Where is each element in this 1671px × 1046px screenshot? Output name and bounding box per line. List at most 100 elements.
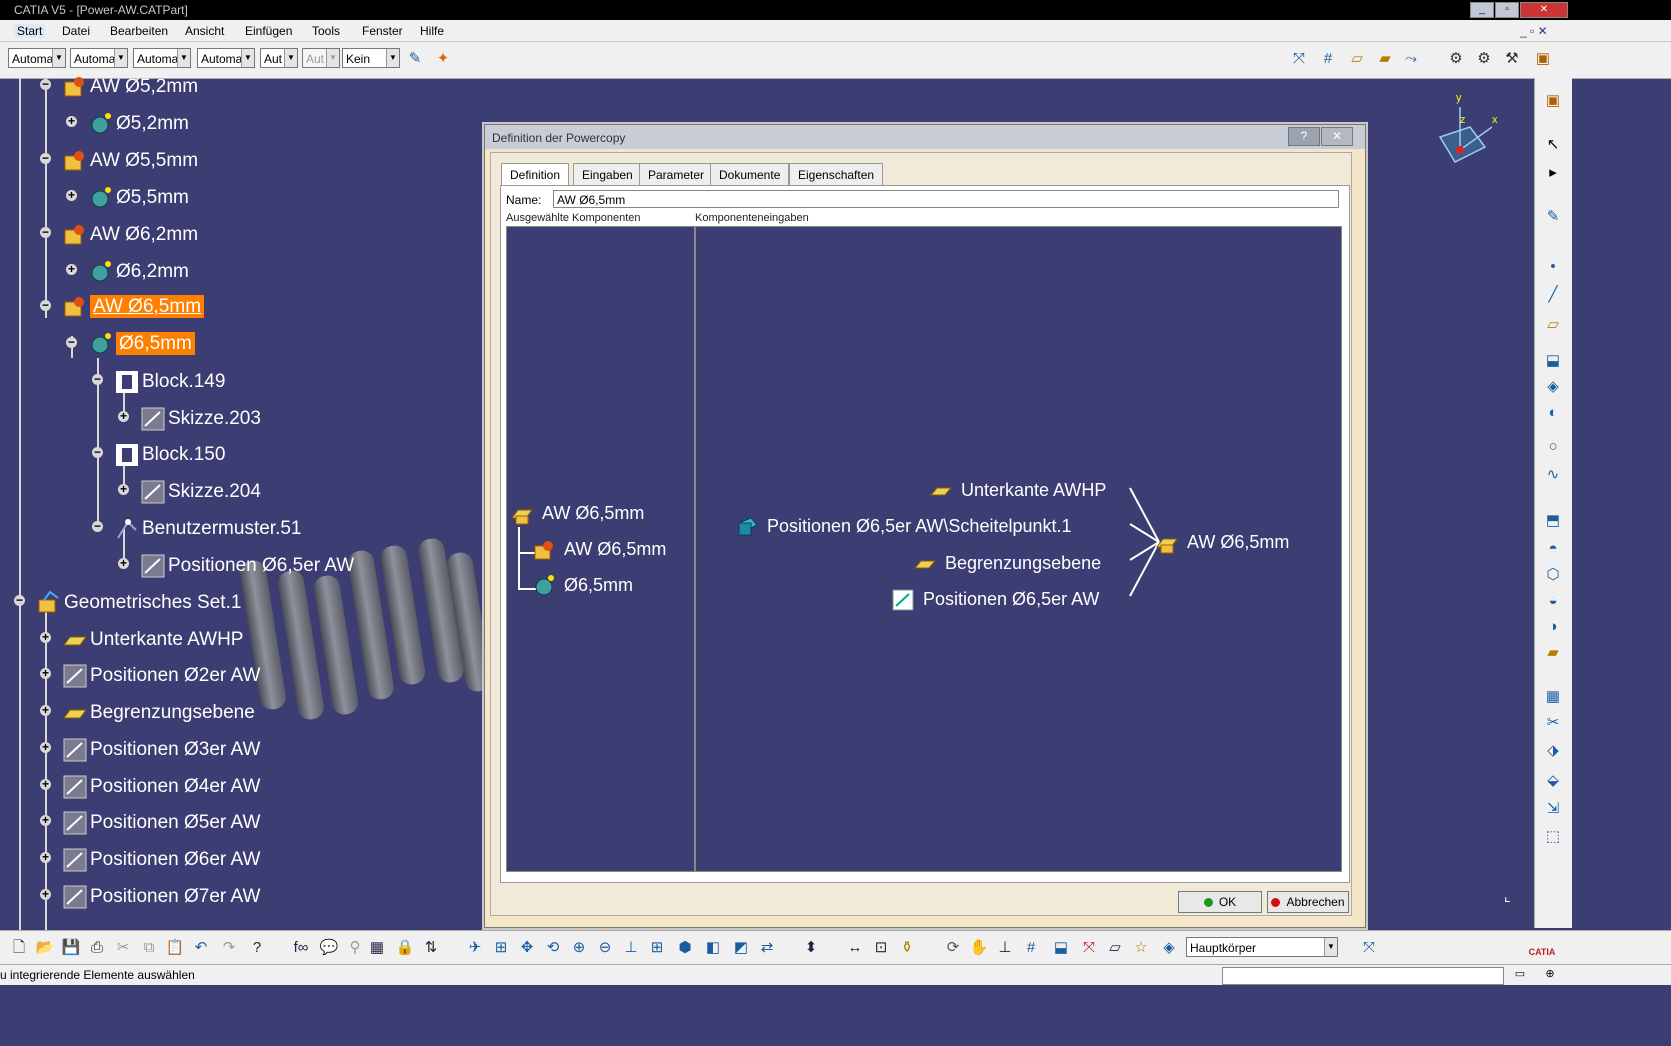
workbench-icon[interactable]: ▣: [1542, 90, 1564, 112]
tree-node-selected[interactable]: Ø6,5mm: [88, 331, 195, 361]
manual-update-icon[interactable]: ✋: [968, 937, 990, 959]
catalog-icon[interactable]: ☆: [1130, 937, 1152, 959]
sweep-icon[interactable]: ◓: [1542, 538, 1564, 560]
select-arrow-icon[interactable]: ↖: [1542, 134, 1564, 156]
maximize-button[interactable]: ▫: [1495, 2, 1519, 18]
tab-dokumente[interactable]: Dokumente: [710, 163, 790, 186]
properties-icon[interactable]: ✦: [432, 48, 454, 70]
collapse-icon[interactable]: −: [92, 373, 103, 385]
pan-icon[interactable]: ✥: [516, 937, 538, 959]
input-node[interactable]: Unterkante AWHP: [929, 479, 1106, 503]
redo-icon[interactable]: ↷: [218, 937, 240, 959]
tree-node[interactable]: Positionen Ø7er AW: [62, 884, 260, 914]
join-icon[interactable]: ▰: [1542, 642, 1564, 664]
command-input[interactable]: [1222, 967, 1504, 985]
tab-eigenschaften[interactable]: Eigenschaften: [789, 163, 884, 186]
plane-icon[interactable]: ▱: [1346, 48, 1368, 70]
tree-node[interactable]: Positionen Ø2er AW: [62, 663, 260, 693]
component-node[interactable]: AW Ø6,5mm: [532, 538, 666, 562]
offset-icon[interactable]: ⬒: [1542, 510, 1564, 532]
extract-icon[interactable]: ⬙: [1542, 770, 1564, 792]
update-icon[interactable]: ⟳: [942, 937, 964, 959]
comment-icon[interactable]: 💬: [318, 937, 340, 959]
expand-icon[interactable]: +: [118, 410, 129, 422]
sketcher-icon[interactable]: ✎: [1542, 206, 1564, 228]
print-icon[interactable]: ⎙: [86, 937, 108, 959]
lock-icon[interactable]: 🔒: [394, 937, 416, 959]
tab-definition[interactable]: Definition: [501, 163, 570, 186]
measure-item-icon[interactable]: ⊡: [870, 937, 892, 959]
measure-icon[interactable]: ⬍: [800, 937, 822, 959]
tree-node[interactable]: Skizze.203: [140, 406, 261, 436]
knowledge-icon[interactable]: ⚲: [344, 937, 366, 959]
save-icon[interactable]: 💾: [60, 937, 82, 959]
status-mode-icon[interactable]: ⊕: [1540, 967, 1560, 983]
snap-icon[interactable]: ⤳: [1400, 48, 1422, 70]
tree-node[interactable]: Begrenzungsebene: [62, 700, 255, 730]
expand-icon[interactable]: +: [40, 741, 51, 753]
tree-node-selected[interactable]: AW Ø6,5mm: [62, 294, 205, 324]
expand-icon[interactable]: +: [118, 557, 129, 569]
close-button[interactable]: ✕: [1520, 2, 1568, 18]
revolve-icon[interactable]: ◈: [1542, 376, 1564, 398]
transform-icon[interactable]: ⇲: [1542, 798, 1564, 820]
tree-node[interactable]: Ø5,2mm: [88, 111, 189, 141]
collapse-icon[interactable]: −: [40, 152, 51, 164]
expand-icon[interactable]: +: [40, 888, 51, 900]
plane-system-icon[interactable]: ▱: [1104, 937, 1126, 959]
iso-view-icon[interactable]: ⬢: [674, 937, 696, 959]
input-node[interactable]: Begrenzungsebene: [913, 552, 1101, 576]
menu-fenster[interactable]: Fenster: [362, 24, 403, 38]
tab-parameter[interactable]: Parameter: [639, 163, 714, 186]
expand-icon[interactable]: +: [40, 667, 51, 679]
painter-icon[interactable]: ✎: [404, 48, 426, 70]
tree-node[interactable]: Positionen Ø6,5er AW: [140, 553, 354, 583]
plane-stack-icon[interactable]: ▰: [1374, 48, 1396, 70]
normal-view-icon[interactable]: ⊥: [620, 937, 642, 959]
expand-icon[interactable]: +: [66, 189, 77, 201]
layer-combo[interactable]: Automa ▼: [70, 48, 128, 68]
split-icon[interactable]: ▦: [1542, 686, 1564, 708]
expand-icon[interactable]: +: [66, 115, 77, 127]
reorder-icon[interactable]: ⇅: [420, 937, 442, 959]
tree-node[interactable]: Block.150: [114, 442, 225, 472]
swap-visible-icon[interactable]: ⇄: [756, 937, 778, 959]
style-combo[interactable]: Kein ▼: [342, 48, 400, 68]
menu-tools[interactable]: Tools: [312, 24, 340, 38]
tree-node[interactable]: AW Ø6,2mm: [62, 222, 198, 252]
fly-icon[interactable]: ✈: [464, 937, 486, 959]
loft-icon[interactable]: ◒: [1542, 590, 1564, 612]
tree-node[interactable]: AW Ø5,2mm: [62, 74, 198, 104]
menu-bearbeiten[interactable]: Bearbeiten: [110, 24, 168, 38]
copy-icon[interactable]: ⧉: [138, 937, 160, 959]
boundary-icon[interactable]: ⬗: [1542, 740, 1564, 762]
grid-icon[interactable]: #: [1020, 937, 1042, 959]
workbench-icon[interactable]: ▣: [1532, 48, 1554, 70]
zoom-out-icon[interactable]: ⊖: [594, 937, 616, 959]
scan-icon[interactable]: ◈: [1158, 937, 1180, 959]
pattern-icon[interactable]: ⬚: [1542, 826, 1564, 848]
spline-icon[interactable]: ∿: [1542, 464, 1564, 486]
doc-minimize-icon[interactable]: _ ▫ ✕: [1520, 24, 1548, 38]
target-node[interactable]: AW Ø6,5mm: [1155, 531, 1289, 555]
linewidth-combo[interactable]: Automa ▼: [197, 48, 255, 68]
collapse-icon[interactable]: −: [14, 594, 25, 606]
expand-arrow-icon[interactable]: ▸: [1542, 162, 1564, 184]
collapse-icon[interactable]: −: [66, 336, 77, 348]
rotate-icon[interactable]: ⟲: [542, 937, 564, 959]
tree-node[interactable]: Ø5,5mm: [88, 185, 189, 215]
expand-icon[interactable]: +: [66, 263, 77, 275]
define-in-work-icon[interactable]: ⤧: [1358, 937, 1380, 959]
new-icon[interactable]: 🗋: [8, 937, 30, 959]
body-combo[interactable]: Hauptkörper ▼: [1186, 937, 1338, 957]
table-icon[interactable]: ▦: [366, 937, 388, 959]
tree-node[interactable]: Benutzermuster.51: [114, 516, 301, 546]
transparency-combo[interactable]: Aut ▼: [302, 48, 340, 68]
collapse-icon[interactable]: −: [40, 299, 51, 311]
zoom-in-icon[interactable]: ⊕: [568, 937, 590, 959]
expand-icon[interactable]: +: [40, 814, 51, 826]
tree-node[interactable]: Positionen Ø5er AW: [62, 810, 260, 840]
collapse-icon[interactable]: −: [40, 226, 51, 238]
work-on-support-icon[interactable]: ⬓: [1050, 937, 1072, 959]
cut-icon[interactable]: ✂: [112, 937, 134, 959]
